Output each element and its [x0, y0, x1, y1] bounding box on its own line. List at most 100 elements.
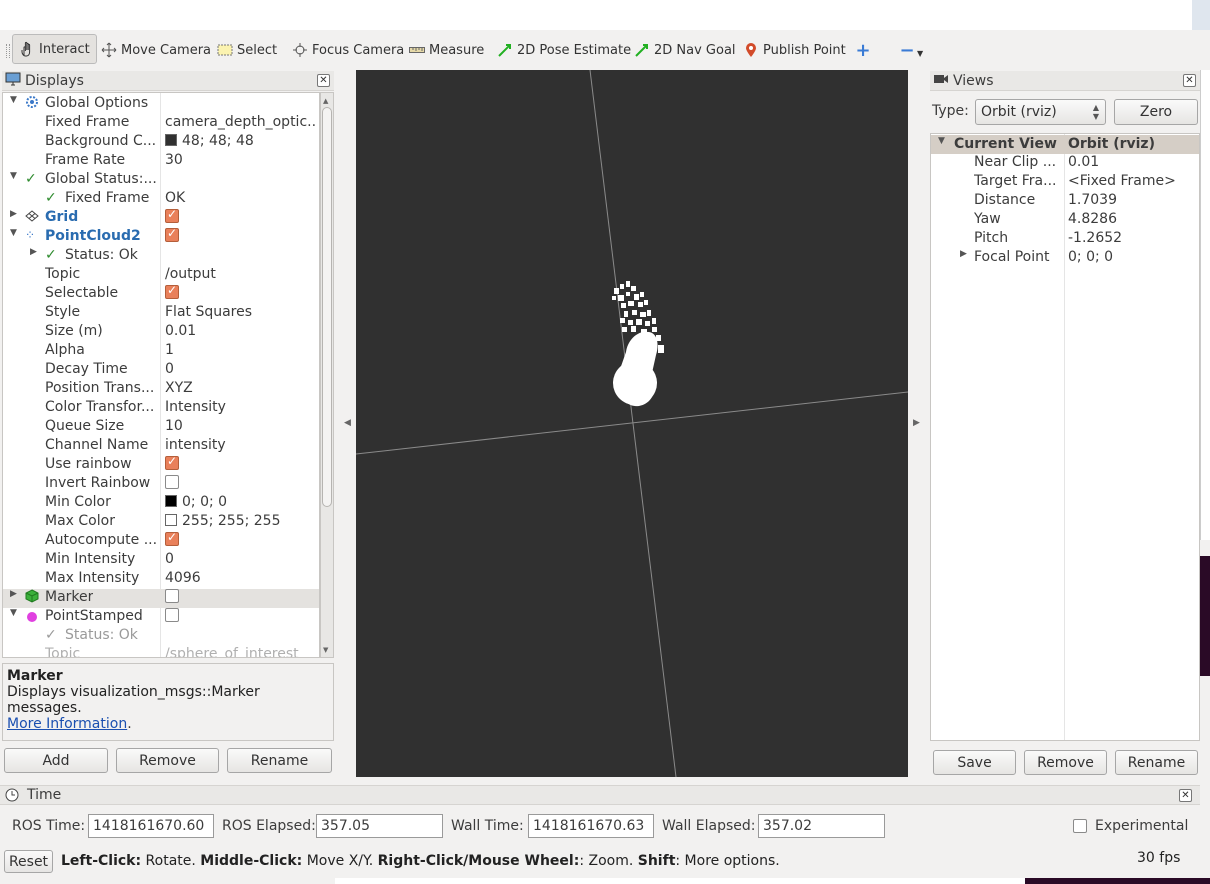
- tree-row-alpha[interactable]: Alpha 1: [3, 342, 319, 361]
- expand-arrow-icon[interactable]: ▼: [10, 171, 17, 181]
- current-view-header[interactable]: ▼ Current View Orbit (rviz): [931, 135, 1199, 154]
- views-rename-button[interactable]: Rename: [1115, 750, 1198, 775]
- rename-button[interactable]: Rename: [227, 748, 332, 773]
- tool-measure[interactable]: Measure: [409, 38, 484, 62]
- close-icon[interactable]: ✕: [1183, 74, 1196, 87]
- remove-tool-button[interactable]: − ▼: [899, 38, 923, 62]
- remove-button[interactable]: Remove: [116, 748, 219, 773]
- row-value-color[interactable]: 0; 0; 0: [165, 494, 317, 510]
- splitter-left-arrow-icon[interactable]: ◀: [344, 418, 351, 428]
- tool-2d-pose-estimate[interactable]: 2D Pose Estimate: [497, 38, 631, 62]
- row-value[interactable]: Flat Squares: [165, 304, 317, 320]
- tree-row-status-ok-disabled[interactable]: ✓ Status: Ok: [3, 627, 319, 646]
- view-row-focal-point[interactable]: ▶ Focal Point 0; 0; 0: [931, 249, 1199, 268]
- checkbox-checked[interactable]: [165, 209, 179, 223]
- row-value[interactable]: 1: [165, 342, 317, 358]
- save-button[interactable]: Save: [933, 750, 1016, 775]
- close-icon[interactable]: ✕: [1179, 789, 1192, 802]
- enabled-checkbox[interactable]: [165, 589, 317, 605]
- tree-row-frame-rate[interactable]: Frame Rate 30: [3, 152, 319, 171]
- scroll-thumb[interactable]: [322, 107, 332, 507]
- toolbar-grip[interactable]: [6, 44, 10, 58]
- tree-row-pointcloud2[interactable]: ▼ ⁘ PointCloud2: [3, 228, 319, 247]
- more-information-link[interactable]: More Information: [7, 716, 127, 732]
- tree-row-fixed-frame-status[interactable]: ✓ Fixed Frame OK: [3, 190, 319, 209]
- expand-arrow-icon[interactable]: ▼: [938, 136, 945, 146]
- collapse-arrow-icon[interactable]: ▶: [30, 247, 37, 257]
- tree-row-autocompute[interactable]: Autocompute ...: [3, 532, 319, 551]
- view-row-near-clip[interactable]: Near Clip ... 0.01: [931, 154, 1199, 173]
- row-value[interactable]: 0: [165, 551, 317, 567]
- tree-row-global-status[interactable]: ▼ ✓ Global Status:...: [3, 171, 319, 190]
- collapse-arrow-icon[interactable]: ▶: [10, 589, 17, 599]
- view-type-select[interactable]: Orbit (rviz) ▲ ▼: [975, 99, 1106, 125]
- view-row-distance[interactable]: Distance 1.7039: [931, 192, 1199, 211]
- checkbox-unchecked[interactable]: [165, 589, 179, 603]
- tree-row-use-rainbow[interactable]: Use rainbow: [3, 456, 319, 475]
- tree-row-min-intensity[interactable]: Min Intensity 0: [3, 551, 319, 570]
- row-value[interactable]: 1.7039: [1068, 192, 1198, 208]
- row-value[interactable]: 0.01: [165, 323, 317, 339]
- tree-row-queue-size[interactable]: Queue Size 10: [3, 418, 319, 437]
- enabled-checkbox[interactable]: [165, 228, 317, 244]
- wall-time-field[interactable]: 1418161670.63: [528, 814, 654, 838]
- checkbox-unchecked[interactable]: [165, 475, 179, 489]
- 3d-viewport[interactable]: [356, 70, 908, 777]
- wall-elapsed-field[interactable]: 357.02: [758, 814, 885, 838]
- enabled-checkbox[interactable]: [165, 608, 317, 624]
- use-rainbow-checkbox[interactable]: [165, 456, 317, 472]
- checkbox-unchecked[interactable]: [165, 608, 179, 622]
- expand-arrow-icon[interactable]: ▼: [10, 608, 17, 618]
- tool-focus-camera[interactable]: Focus Camera: [292, 38, 404, 62]
- collapse-arrow-icon[interactable]: ▶: [10, 209, 17, 219]
- ros-elapsed-field[interactable]: 357.05: [316, 814, 443, 838]
- tree-row-topic-disabled[interactable]: Topic /sphere_of_interest: [3, 646, 319, 657]
- tree-row-channel-name[interactable]: Channel Name intensity: [3, 437, 319, 456]
- experimental-checkbox[interactable]: [1073, 819, 1087, 833]
- view-row-target-frame[interactable]: Target Fra... <Fixed Frame>: [931, 173, 1199, 192]
- row-value[interactable]: 4.8286: [1068, 211, 1198, 227]
- expand-arrow-icon[interactable]: ▼: [10, 228, 17, 238]
- checkbox-checked[interactable]: [165, 285, 179, 299]
- tree-row-color-transformer[interactable]: Color Transfor... Intensity: [3, 399, 319, 418]
- checkbox-checked[interactable]: [165, 228, 179, 242]
- tree-row-max-intensity[interactable]: Max Intensity 4096: [3, 570, 319, 589]
- row-value[interactable]: 10: [165, 418, 317, 434]
- tool-interact[interactable]: Interact: [12, 34, 97, 64]
- row-value[interactable]: 0; 0; 0: [1068, 249, 1198, 265]
- selectable-checkbox[interactable]: [165, 285, 317, 301]
- tool-select[interactable]: Select: [217, 38, 277, 62]
- enabled-checkbox[interactable]: [165, 209, 317, 225]
- invert-rainbow-checkbox[interactable]: [165, 475, 317, 491]
- collapse-arrow-icon[interactable]: ▶: [960, 249, 967, 259]
- row-value[interactable]: Intensity: [165, 399, 317, 415]
- view-row-pitch[interactable]: Pitch -1.2652: [931, 230, 1199, 249]
- row-value-color[interactable]: 48; 48; 48: [165, 133, 317, 149]
- row-value[interactable]: /output: [165, 266, 317, 282]
- displays-scrollbar[interactable]: ▲ ▼: [320, 92, 334, 658]
- tree-row-position-transformer[interactable]: Position Trans... XYZ: [3, 380, 319, 399]
- row-value[interactable]: 0.01: [1068, 154, 1198, 170]
- close-icon[interactable]: ✕: [317, 74, 330, 87]
- tree-row-max-color[interactable]: Max Color 255; 255; 255: [3, 513, 319, 532]
- tree-row-invert-rainbow[interactable]: Invert Rainbow: [3, 475, 319, 494]
- tree-row-status-ok[interactable]: ▶ ✓ Status: Ok: [3, 247, 319, 266]
- row-value[interactable]: 30: [165, 152, 317, 168]
- reset-button[interactable]: Reset: [4, 850, 53, 873]
- add-button[interactable]: Add: [4, 748, 108, 773]
- row-value[interactable]: intensity: [165, 437, 317, 453]
- tree-row-style[interactable]: Style Flat Squares: [3, 304, 319, 323]
- splitter-right-arrow-icon[interactable]: ▶: [913, 418, 920, 428]
- tree-row-grid[interactable]: ▶ Grid: [3, 209, 319, 228]
- view-row-yaw[interactable]: Yaw 4.8286: [931, 211, 1199, 230]
- tree-row-decay-time[interactable]: Decay Time 0: [3, 361, 319, 380]
- tool-2d-nav-goal[interactable]: 2D Nav Goal: [634, 38, 736, 62]
- checkbox-checked[interactable]: [165, 532, 179, 546]
- tree-row-fixed-frame[interactable]: Fixed Frame camera_depth_optic...: [3, 114, 319, 133]
- tool-move-camera[interactable]: Move Camera: [101, 38, 211, 62]
- checkbox-checked[interactable]: [165, 456, 179, 470]
- tree-row-selectable[interactable]: Selectable: [3, 285, 319, 304]
- autocompute-checkbox[interactable]: [165, 532, 317, 548]
- scroll-up-icon[interactable]: ▲: [323, 97, 328, 105]
- row-value[interactable]: <Fixed Frame>: [1068, 173, 1198, 189]
